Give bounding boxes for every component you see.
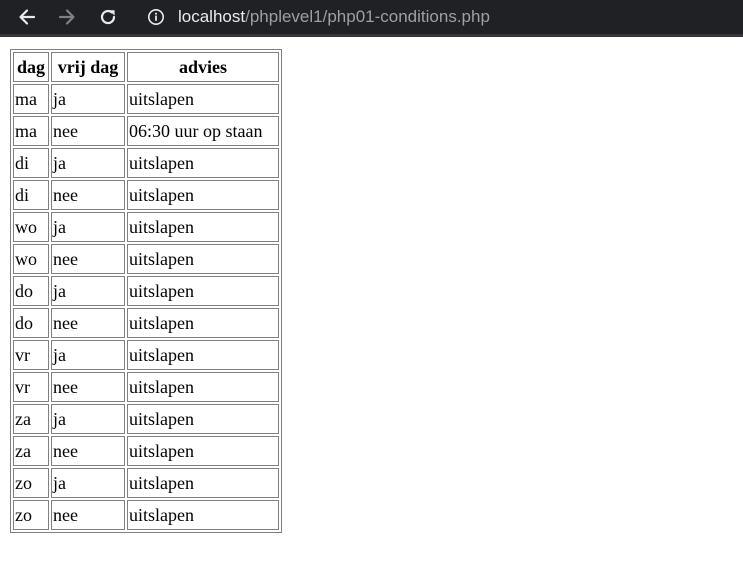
cell-vrij-dag: nee (51, 308, 125, 338)
cell-vrij-dag: ja (51, 212, 125, 242)
cell-dag: ma (13, 84, 49, 114)
cell-dag: do (13, 308, 49, 338)
table-row: zo nee uitslapen (13, 500, 279, 530)
cell-dag: ma (13, 116, 49, 146)
url-host: localhost (178, 7, 246, 26)
table-row: di ja uitslapen (13, 148, 279, 178)
forward-button[interactable] (52, 2, 82, 32)
cell-dag: di (13, 180, 49, 210)
reload-icon (100, 9, 116, 25)
cell-dag: wo (13, 212, 49, 242)
cell-advies: uitslapen (127, 84, 279, 114)
cell-advies: uitslapen (127, 244, 279, 274)
cell-vrij-dag: ja (51, 404, 125, 434)
cell-dag: vr (13, 340, 49, 370)
cell-dag: vr (13, 372, 49, 402)
page-content: dag vrij dag advies ma ja uitslapen ma nee 06… (10, 49, 282, 533)
cell-vrij-dag: nee (51, 116, 125, 146)
cell-advies: uitslapen (127, 340, 279, 370)
cell-vrij-dag: nee (51, 244, 125, 274)
cell-dag: wo (13, 244, 49, 274)
cell-vrij-dag: nee (51, 180, 125, 210)
cell-dag: za (13, 436, 49, 466)
cell-advies: 06:30 uur op staan (127, 116, 279, 146)
table-row: di nee uitslapen (13, 180, 279, 210)
reload-button[interactable] (93, 2, 123, 32)
table-row: vr ja uitslapen (13, 340, 279, 370)
cell-vrij-dag: ja (51, 276, 125, 306)
cell-advies: uitslapen (127, 372, 279, 402)
cell-vrij-dag: nee (51, 372, 125, 402)
table-row: do ja uitslapen (13, 276, 279, 306)
table-row: vr nee uitslapen (13, 372, 279, 402)
conditions-table: dag vrij dag advies ma ja uitslapen ma nee 06… (10, 49, 282, 533)
cell-vrij-dag: ja (51, 468, 125, 498)
back-button[interactable] (12, 2, 42, 32)
url-text[interactable]: localhost/phplevel1/php01-conditions.php (178, 7, 490, 27)
cell-advies: uitslapen (127, 436, 279, 466)
cell-advies: uitslapen (127, 180, 279, 210)
url-path: /phplevel1/php01-conditions.php (245, 7, 490, 26)
table-row: zo ja uitslapen (13, 468, 279, 498)
cell-vrij-dag: ja (51, 148, 125, 178)
cell-advies: uitslapen (127, 308, 279, 338)
cell-dag: di (13, 148, 49, 178)
cell-advies: uitslapen (127, 404, 279, 434)
browser-toolbar: localhost/phplevel1/php01-conditions.php (0, 0, 743, 37)
cell-advies: uitslapen (127, 500, 279, 530)
cell-vrij-dag: nee (51, 500, 125, 530)
table-row: wo ja uitslapen (13, 212, 279, 242)
info-circle-icon[interactable] (146, 7, 166, 27)
table-body: ma ja uitslapen ma nee 06:30 uur op staan di ja… (13, 84, 279, 530)
cell-dag: za (13, 404, 49, 434)
header-dag: dag (13, 52, 49, 82)
address-bar[interactable]: localhost/phplevel1/php01-conditions.php (140, 2, 740, 32)
table-row: wo nee uitslapen (13, 244, 279, 274)
table-row: za nee uitslapen (13, 436, 279, 466)
cell-advies: uitslapen (127, 148, 279, 178)
cell-advies: uitslapen (127, 468, 279, 498)
cell-dag: zo (13, 468, 49, 498)
table-row: do nee uitslapen (13, 308, 279, 338)
cell-dag: zo (13, 500, 49, 530)
arrow-right-icon (58, 9, 75, 25)
header-advies: advies (127, 52, 279, 82)
cell-advies: uitslapen (127, 212, 279, 242)
table-header-row: dag vrij dag advies (13, 52, 279, 82)
cell-advies: uitslapen (127, 276, 279, 306)
table-row: ma ja uitslapen (13, 84, 279, 114)
cell-vrij-dag: ja (51, 84, 125, 114)
header-vrij-dag: vrij dag (51, 52, 125, 82)
table-row: ma nee 06:30 uur op staan (13, 116, 279, 146)
cell-vrij-dag: nee (51, 436, 125, 466)
cell-vrij-dag: ja (51, 340, 125, 370)
table-row: za ja uitslapen (13, 404, 279, 434)
arrow-left-icon (19, 9, 36, 25)
cell-dag: do (13, 276, 49, 306)
